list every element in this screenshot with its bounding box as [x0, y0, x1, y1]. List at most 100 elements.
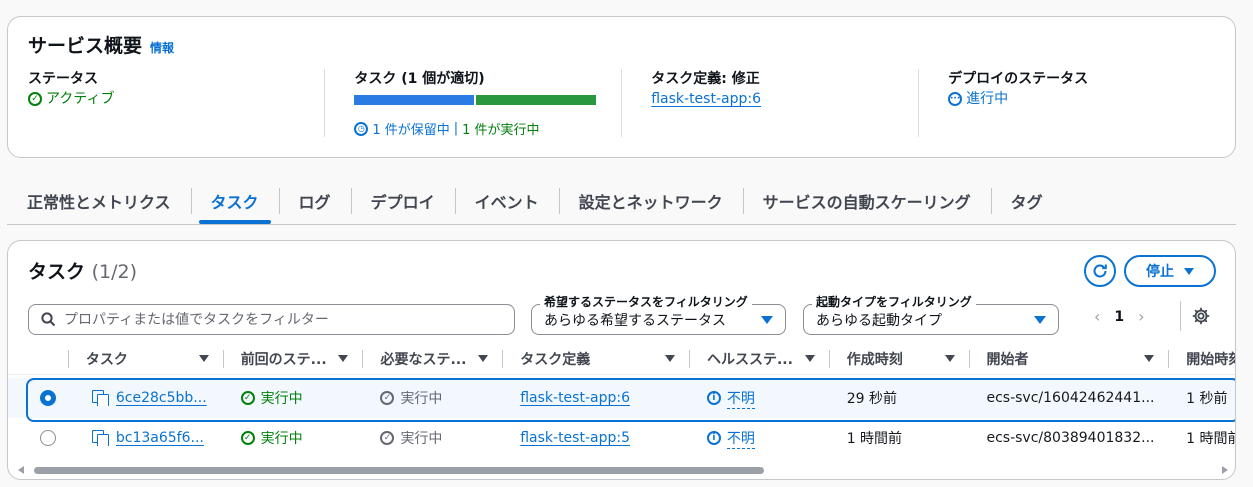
sort-caret-icon	[804, 354, 815, 362]
in-progress-icon: ···	[948, 92, 963, 106]
sort-caret-icon	[338, 354, 349, 362]
health-status[interactable]: 不明	[726, 388, 755, 409]
tab-config-network[interactable]: 設定とネットワーク	[558, 178, 743, 224]
column-header-task[interactable]: タスク	[67, 343, 223, 375]
last-status: 実行中	[260, 431, 303, 447]
column-header-started-by[interactable]: 開始者	[968, 343, 1169, 375]
check-circle-icon: ✓	[380, 391, 395, 405]
taskdef-column: タスク定義: 修正 flask-test-app:6	[621, 69, 918, 149]
dropdown-caret-icon	[1034, 315, 1046, 324]
started-at: 1 時間前	[1186, 431, 1236, 447]
tasks-header: タスク (1/2)	[28, 257, 137, 284]
column-header-last-status[interactable]: 前回のステ...	[222, 343, 363, 375]
overview-title: サービス概要	[28, 35, 143, 57]
status-label: ステータス	[28, 71, 98, 87]
search-input[interactable]	[64, 311, 494, 328]
row-radio[interactable]	[40, 430, 56, 446]
column-header-task-definition[interactable]: タスク定義	[502, 343, 689, 375]
launch-type-filter-label: 起動タイプをフィルタリング	[812, 295, 976, 309]
gear-icon[interactable]	[1192, 307, 1210, 325]
desired-status: 実行中	[400, 431, 443, 447]
scroll-left-icon[interactable]	[18, 466, 24, 474]
pager-divider	[1180, 301, 1181, 331]
check-circle-icon: ✓	[28, 92, 42, 106]
current-page[interactable]: 1	[1114, 309, 1124, 325]
check-circle-icon: ✓	[240, 431, 255, 445]
desired-status-filter-value: あらゆる希望するステータス	[544, 312, 726, 329]
stop-label: 停止	[1146, 264, 1174, 280]
deploy-text: 進行中	[966, 91, 1009, 107]
task-definition-link[interactable]: flask-test-app:5	[520, 430, 630, 446]
copy-icon[interactable]	[91, 430, 109, 446]
column-header-health-status[interactable]: ヘルスステ...	[688, 343, 829, 375]
column-header-started-at[interactable]: 開始時刻	[1168, 343, 1235, 375]
check-circle-icon: ✓	[240, 391, 255, 405]
deploy-value: ··· 進行中	[948, 89, 1215, 109]
started-by: ecs-svc/80389401832...	[986, 430, 1155, 446]
overview-header: サービス概要 情報	[28, 31, 174, 58]
copy-icon[interactable]	[91, 390, 109, 406]
launch-type-filter[interactable]: 起動タイプをフィルタリング あらゆる起動タイプ	[803, 295, 1059, 335]
desired-status: 実行中	[400, 391, 443, 407]
task-id-link[interactable]: bc13a65f6...	[116, 430, 204, 446]
launch-type-filter-value: あらゆる起動タイプ	[816, 312, 942, 329]
next-page-icon[interactable]: ›	[1138, 307, 1144, 326]
search-icon	[41, 312, 56, 327]
refresh-icon	[1093, 264, 1107, 278]
column-header-created-at[interactable]: 作成時刻	[828, 343, 969, 375]
select-column-header	[8, 343, 68, 375]
stop-button[interactable]: 停止	[1124, 255, 1216, 287]
table-header: タスク 前回のステ... 必要なステ... タスク定義 ヘルスステ... 作成時…	[8, 343, 1235, 375]
tasks-table: タスク 前回のステ... 必要なステ... タスク定義 ヘルスステ... 作成時…	[8, 343, 1236, 458]
table-row[interactable]: 6ce28c5bb... ✓ 実行中 ✓ 実行中 flask-test-app:6 …	[8, 378, 1235, 422]
tasks-title: タスク	[28, 261, 86, 283]
horizontal-scrollbar[interactable]	[16, 465, 1228, 475]
tasks-pending-link[interactable]: 1 件が保留中	[372, 119, 449, 138]
taskdef-link[interactable]: flask-test-app:6	[651, 89, 761, 109]
scroll-right-icon[interactable]	[1222, 466, 1228, 474]
tasks-panel: タスク (1/2) 停止 希望するステータスをフィルタリング あらゆる希望するス…	[7, 240, 1236, 480]
desired-status-filter[interactable]: 希望するステータスをフィルタリング あらゆる希望するステータス	[531, 295, 786, 335]
service-overview-card: サービス概要 情報 ステータス ✓ アクティブ タスク (1 個が適切) ◷ 1…	[7, 16, 1236, 158]
tab-logs[interactable]: ログ	[278, 178, 351, 224]
tab-autoscaling[interactable]: サービスの自動スケーリング	[742, 178, 991, 224]
task-definition-link[interactable]: flask-test-app:6	[520, 390, 630, 406]
sort-caret-icon	[664, 354, 675, 362]
desired-status-filter-label: 希望するステータスをフィルタリング	[540, 295, 752, 309]
scrollbar-thumb[interactable]	[34, 467, 764, 474]
tab-deployments[interactable]: デプロイ	[350, 178, 455, 224]
tab-tasks[interactable]: タスク	[190, 178, 279, 224]
tab-events[interactable]: イベント	[454, 178, 559, 224]
health-status[interactable]: 不明	[726, 428, 755, 449]
tasks-progress-bar	[354, 95, 597, 105]
column-header-desired-status[interactable]: 必要なステ...	[362, 343, 502, 375]
refresh-button[interactable]	[1084, 255, 1116, 287]
taskdef-label: タスク定義: 修正	[651, 71, 760, 87]
info-icon: i	[706, 391, 721, 405]
legend-separator: |	[453, 121, 459, 136]
status-column: ステータス ✓ アクティブ	[28, 69, 324, 149]
tasks-count: (1/2)	[91, 261, 138, 283]
sort-caret-icon	[944, 354, 955, 362]
task-search[interactable]	[28, 304, 515, 335]
table-row[interactable]: bc13a65f6... ✓ 実行中 ✓ 実行中 flask-test-app:5 …	[8, 418, 1236, 458]
tab-health-metrics[interactable]: 正常性とメトリクス	[7, 178, 191, 224]
prev-page-icon[interactable]: ‹	[1094, 307, 1100, 326]
dropdown-caret-icon	[761, 315, 773, 324]
check-circle-icon: ✓	[380, 431, 395, 445]
row-radio[interactable]	[40, 390, 56, 406]
tab-tags[interactable]: タグ	[990, 178, 1063, 224]
started-by: ecs-svc/16042462441...	[986, 390, 1155, 406]
created-at: 1 時間前	[846, 431, 903, 447]
service-tabs: 正常性とメトリクス タスク ログ デプロイ イベント 設定とネットワーク サービ…	[7, 178, 1236, 225]
task-id-link[interactable]: 6ce28c5bb...	[116, 390, 207, 406]
running-segment	[476, 95, 597, 105]
clock-icon: ◷	[354, 121, 369, 136]
caret-down-icon	[1184, 267, 1194, 275]
tasks-running-link[interactable]: 1 件が実行中	[462, 119, 539, 138]
status-value: ✓ アクティブ	[28, 89, 324, 109]
sort-caret-icon	[478, 354, 489, 362]
info-link[interactable]: 情報	[150, 39, 174, 56]
started-at: 1 秒前	[1186, 391, 1228, 407]
pending-segment	[354, 95, 475, 105]
